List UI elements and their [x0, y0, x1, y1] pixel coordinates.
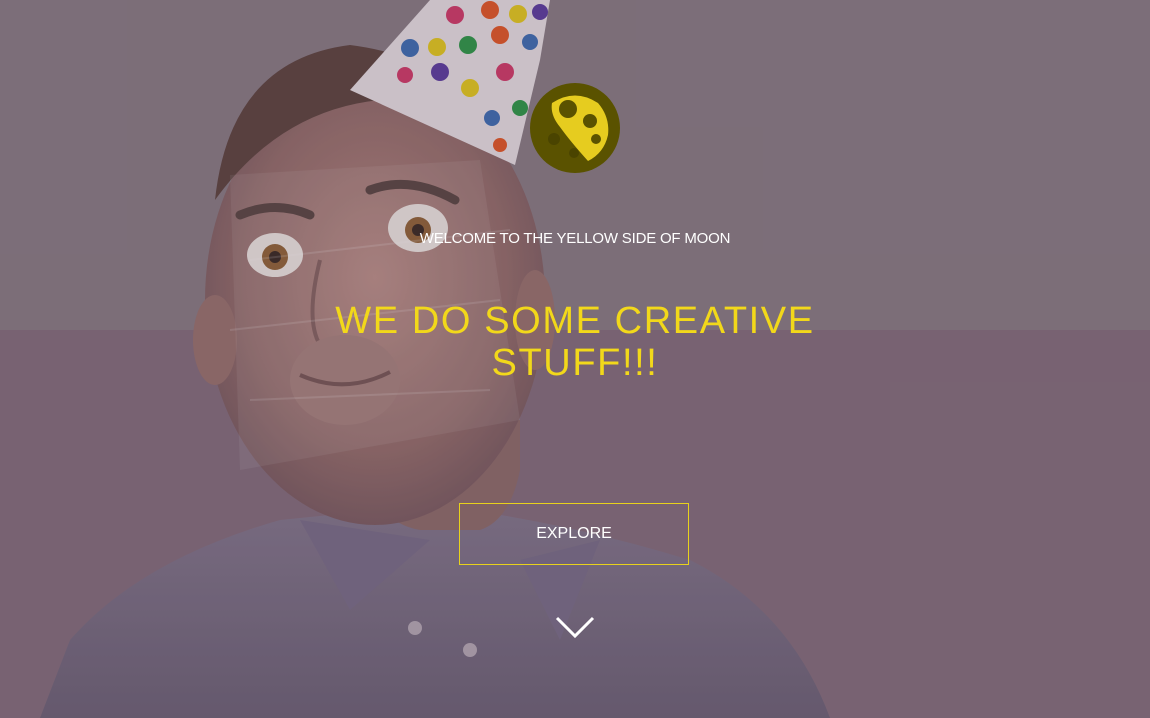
moon-logo-icon[interactable]: [530, 83, 620, 173]
explore-button[interactable]: EXPLORE: [459, 503, 689, 565]
welcome-tagline: WELCOME TO THE YELLOW SIDE OF MOON: [419, 230, 731, 247]
chevron-down-icon[interactable]: [555, 614, 595, 640]
hero-section: WELCOME TO THE YELLOW SIDE OF MOON WE DO…: [0, 0, 1150, 718]
hero-headline: WE DO SOME CREATIVE STUFF!!!: [335, 300, 815, 384]
